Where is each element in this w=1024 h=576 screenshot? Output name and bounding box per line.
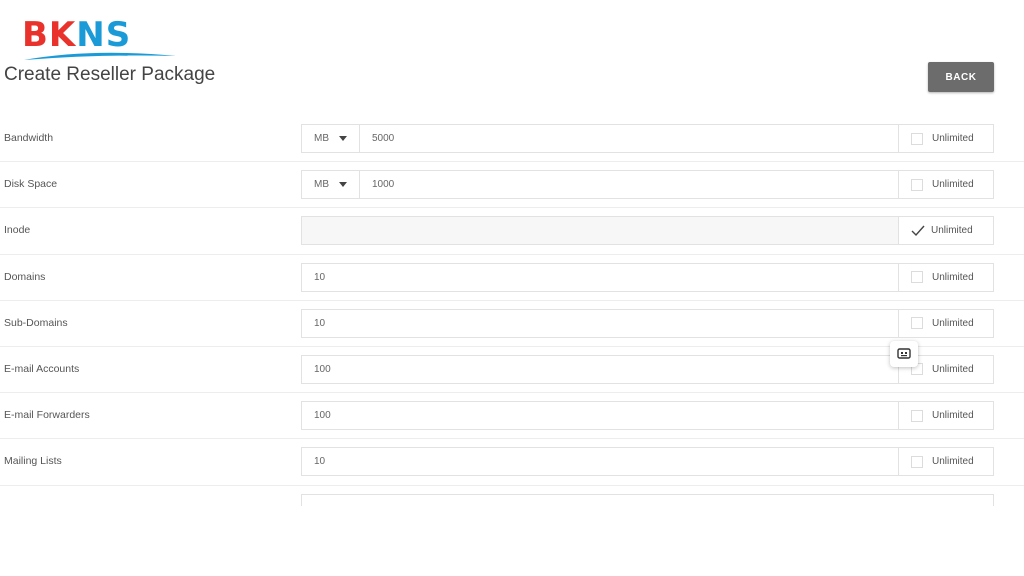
extension-icon[interactable] bbox=[890, 341, 918, 367]
bkns-logo: BKNS bbox=[22, 18, 182, 66]
checkmark-icon[interactable] bbox=[911, 225, 925, 237]
disk-space-unlimited-label: Unlimited bbox=[932, 179, 974, 191]
form-row-inode: Inode Unlimited bbox=[0, 208, 1024, 255]
bandwidth-input[interactable]: 5000 bbox=[360, 125, 898, 152]
logo-text-red: BK bbox=[22, 15, 77, 55]
form-row-mailing-lists: Mailing Lists 10 Unlimited bbox=[0, 439, 1024, 486]
bandwidth-unit-value: MB bbox=[314, 133, 329, 144]
sub-domains-input[interactable]: 10 bbox=[302, 310, 898, 337]
bandwidth-unit-select[interactable]: MB bbox=[302, 125, 360, 152]
domains-unlimited[interactable]: Unlimited bbox=[898, 263, 993, 291]
email-forwarders-input[interactable]: 100 bbox=[302, 402, 898, 429]
inode-unlimited-label: Unlimited bbox=[931, 225, 973, 237]
disk-space-input[interactable]: 1000 bbox=[360, 171, 898, 198]
cut-off-field-group[interactable] bbox=[301, 493, 994, 506]
form-row-disk-space: Disk Space MB 1000 Unlimited bbox=[0, 162, 1024, 209]
domains-unlimited-label: Unlimited bbox=[932, 271, 974, 283]
disk-space-label: Disk Space bbox=[4, 178, 58, 191]
form-row-domains: Domains 10 Unlimited bbox=[0, 255, 1024, 301]
email-forwarders-unlimited-checkbox[interactable] bbox=[911, 409, 923, 422]
mailing-lists-input[interactable]: 10 bbox=[302, 448, 898, 475]
sub-domains-unlimited-label: Unlimited bbox=[932, 317, 974, 329]
logo-text-blue: NS bbox=[76, 15, 132, 55]
sub-domains-unlimited-checkbox[interactable] bbox=[911, 317, 923, 330]
email-accounts-label: E-mail Accounts bbox=[4, 362, 80, 375]
email-forwarders-unlimited[interactable]: Unlimited bbox=[898, 402, 993, 430]
inode-input[interactable] bbox=[302, 217, 898, 245]
mailing-lists-unlimited-label: Unlimited bbox=[932, 456, 974, 468]
disk-space-unlimited[interactable]: Unlimited bbox=[898, 171, 993, 199]
inode-label: Inode bbox=[4, 224, 31, 237]
bandwidth-unlimited[interactable]: Unlimited bbox=[898, 125, 993, 152]
robot-face-icon bbox=[897, 348, 911, 359]
page-title: Create Reseller Package bbox=[4, 64, 216, 85]
inode-field-group: Unlimited bbox=[301, 216, 994, 246]
bandwidth-label: Bandwidth bbox=[4, 132, 54, 144]
form-row-sub-domains: Sub-Domains 10 Unlimited bbox=[0, 301, 1024, 347]
mailing-lists-unlimited-checkbox[interactable] bbox=[911, 455, 923, 468]
disk-space-unit-value: MB bbox=[314, 179, 329, 191]
form-row-bandwidth: Bandwidth MB 5000 Unlimited bbox=[0, 116, 1024, 163]
sub-domains-unlimited[interactable]: Unlimited bbox=[898, 309, 993, 337]
disk-space-field-group: MB 1000 Unlimited bbox=[301, 170, 994, 200]
reseller-package-form: Bandwidth MB 5000 Unlimited Disk Space M… bbox=[0, 116, 1024, 506]
mailing-lists-label: Mailing Lists bbox=[4, 455, 62, 468]
sub-domains-field-group: 10 Unlimited bbox=[301, 308, 994, 338]
inode-unlimited[interactable]: Unlimited bbox=[898, 217, 993, 245]
domains-label: Domains bbox=[4, 270, 46, 283]
disk-space-unit-select[interactable]: MB bbox=[302, 171, 360, 199]
domains-field-group: 10 Unlimited bbox=[301, 262, 994, 292]
back-button[interactable]: BACK bbox=[928, 62, 994, 92]
bandwidth-unlimited-checkbox[interactable] bbox=[911, 132, 923, 145]
email-forwarders-unlimited-label: Unlimited bbox=[932, 410, 974, 422]
email-accounts-unlimited-label: Unlimited bbox=[932, 363, 974, 375]
disk-space-unlimited-checkbox[interactable] bbox=[911, 178, 923, 191]
email-forwarders-label: E-mail Forwarders bbox=[4, 409, 90, 422]
bandwidth-field-group: MB 5000 Unlimited bbox=[301, 124, 994, 153]
form-row-cut-off bbox=[0, 486, 1024, 506]
bandwidth-unlimited-label: Unlimited bbox=[932, 133, 974, 144]
sub-domains-label: Sub-Domains bbox=[4, 316, 68, 329]
caret-down-icon bbox=[339, 136, 347, 141]
email-accounts-input[interactable]: 100 bbox=[302, 356, 898, 383]
email-forwarders-field-group: 100 Unlimited bbox=[301, 401, 994, 431]
mailing-lists-field-group: 10 Unlimited bbox=[301, 447, 994, 477]
logo-swoosh-icon bbox=[24, 52, 176, 60]
form-row-email-accounts: E-mail Accounts 100 Unlimited bbox=[0, 347, 1024, 394]
domains-input[interactable]: 10 bbox=[302, 264, 898, 291]
mailing-lists-unlimited[interactable]: Unlimited bbox=[898, 448, 993, 476]
caret-down-icon bbox=[339, 182, 347, 188]
form-row-email-forwarders: E-mail Forwarders 100 Unlimited bbox=[0, 393, 1024, 440]
logo-text: BKNS bbox=[22, 18, 182, 52]
domains-unlimited-checkbox[interactable] bbox=[911, 271, 923, 284]
